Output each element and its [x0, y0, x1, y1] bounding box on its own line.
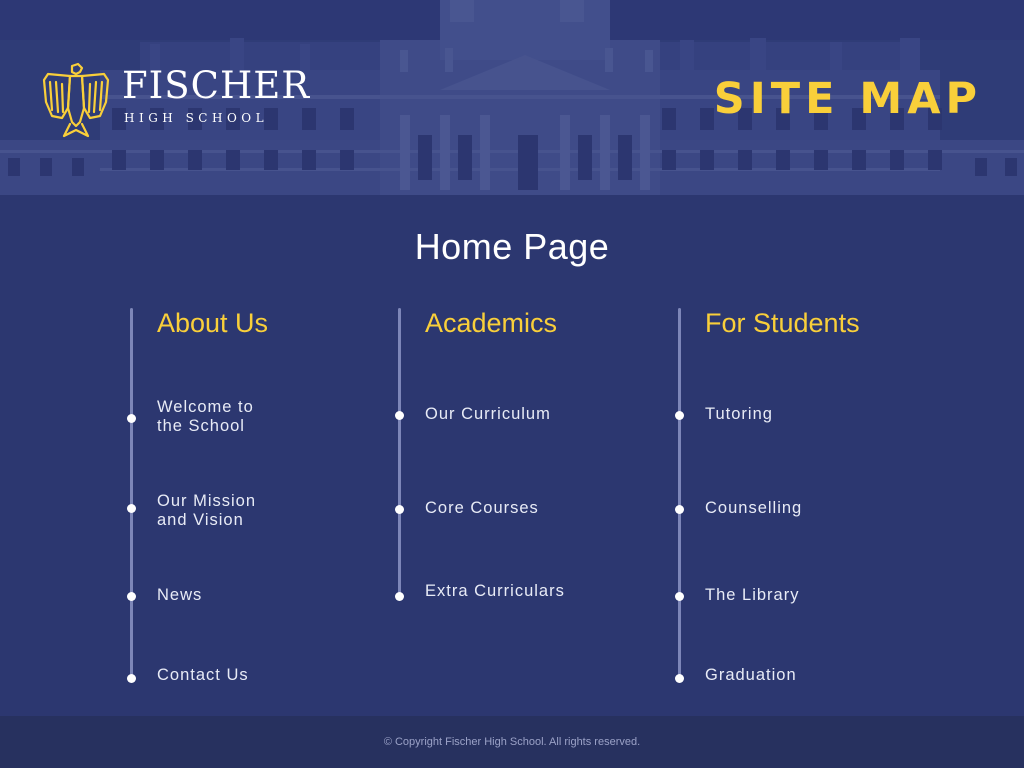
dot-icon	[395, 505, 404, 514]
footer: © Copyright Fischer High School. All rig…	[0, 716, 1024, 768]
sitemap-link[interactable]: Graduation	[705, 666, 925, 685]
column-divider-line	[678, 308, 681, 680]
brand-subtitle: HIGH SCHOOL	[124, 111, 269, 125]
column-heading[interactable]: About Us	[157, 308, 268, 339]
dot-icon	[675, 674, 684, 683]
sitemap-link[interactable]: Our Mission and Vision	[157, 492, 377, 530]
header-banner: FISCHER HIGH SCHOOL SITE MAP	[0, 0, 1024, 195]
sitemap-link[interactable]: Extra Curriculars	[425, 582, 645, 601]
dot-icon	[127, 414, 136, 423]
column-heading[interactable]: For Students	[705, 308, 860, 339]
dot-icon	[675, 411, 684, 420]
sitemap-link[interactable]: News	[157, 586, 377, 605]
school-logo[interactable]: FISCHER HIGH SCHOOL	[42, 62, 310, 140]
page-title: SITE MAP	[713, 74, 982, 124]
eagle-crest-icon	[42, 62, 110, 138]
dot-icon	[127, 504, 136, 513]
sitemap-link[interactable]: Welcome to the School	[157, 398, 377, 436]
sitemap-link[interactable]: The Library	[705, 586, 925, 605]
sitemap-link[interactable]: Contact Us	[157, 666, 377, 685]
dot-icon	[675, 592, 684, 601]
brand-name: FISCHER	[122, 64, 311, 107]
sitemap-link[interactable]: Core Courses	[425, 499, 645, 518]
dot-icon	[395, 411, 404, 420]
column-divider-line	[398, 308, 401, 598]
sitemap-link[interactable]: Tutoring	[705, 405, 925, 424]
dot-icon	[675, 505, 684, 514]
column-divider-line	[130, 308, 133, 680]
dot-icon	[127, 592, 136, 601]
dot-icon	[127, 674, 136, 683]
sitemap-link[interactable]: Counselling	[705, 499, 925, 518]
column-heading[interactable]: Academics	[425, 308, 557, 339]
dot-icon	[395, 592, 404, 601]
home-page-link[interactable]: Home Page	[0, 226, 1024, 268]
sitemap-link[interactable]: Our Curriculum	[425, 405, 645, 424]
copyright-text: © Copyright Fischer High School. All rig…	[383, 736, 641, 748]
